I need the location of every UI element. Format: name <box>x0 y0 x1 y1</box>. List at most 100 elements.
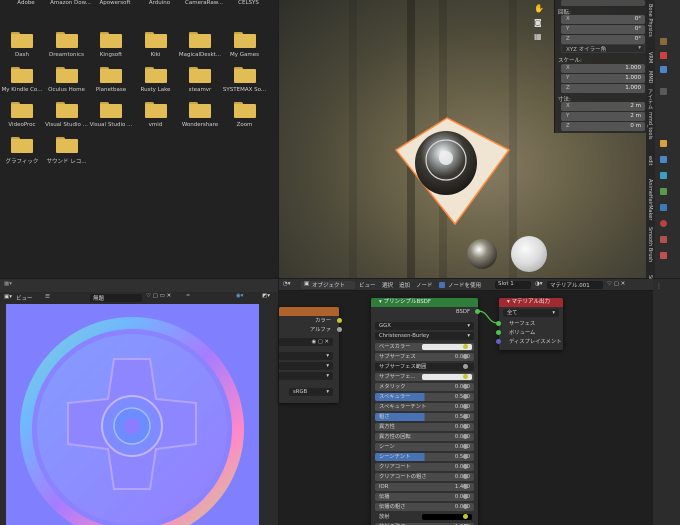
tool-icon[interactable] <box>660 88 667 95</box>
bsdf-input-socket[interactable] <box>463 424 468 429</box>
folder-item[interactable]: グラフィック <box>0 133 44 169</box>
grip-icon[interactable]: ⋮ <box>656 283 662 290</box>
folder-item[interactable]: MagicalDeskt... <box>178 28 222 64</box>
bsdf-input-socket[interactable] <box>463 444 468 449</box>
camera-icon[interactable]: ◙ <box>534 18 544 28</box>
folder-item[interactable]: Visual Studio ... <box>45 98 89 134</box>
bsdf-input-row[interactable]: サブサーフェ... <box>375 373 474 381</box>
folder-item[interactable]: Dreamtonics <box>45 28 89 64</box>
scale-field[interactable]: Z 1.000 <box>561 84 645 93</box>
rotation-field[interactable]: Z 0° <box>561 35 645 44</box>
rotation-field[interactable]: Y 0° <box>561 25 645 34</box>
bsdf-input-row[interactable]: サブサーフェス0.000 <box>375 353 474 361</box>
bsdf-input-socket[interactable] <box>463 384 468 389</box>
sidebar-tab[interactable]: MMD <box>647 71 653 83</box>
dimensions-field[interactable]: Z0 m <box>561 122 645 131</box>
view-menu-label[interactable]: ビュー <box>16 294 33 302</box>
folder-item[interactable]: VideoProc <box>0 98 44 134</box>
bsdf-input-row[interactable]: ベースカラー <box>375 343 474 351</box>
principled-bsdf-node[interactable]: ▾ プリンシプルBSDF BSDF GGX ▾ Christensen-Burle… <box>371 298 480 525</box>
shader-node-editor[interactable]: ◔▾ ▣ オブジェクト ビュー 選択 追加 ノード ノードを使用 Slot 1 … <box>279 279 653 525</box>
folder-item[interactable]: Zoom <box>223 98 267 134</box>
folder-item[interactable]: Rusty Lake <box>134 63 178 99</box>
bsdf-input-socket[interactable] <box>463 464 468 469</box>
folder-item[interactable]: vmid <box>134 98 178 134</box>
volume-input-socket[interactable] <box>496 330 501 335</box>
folder-item[interactable]: Wondershare <box>178 98 222 134</box>
data-icon[interactable] <box>660 204 667 211</box>
bsdf-input-socket[interactable] <box>463 344 468 349</box>
bsdf-input-socket[interactable] <box>463 474 468 479</box>
bsdf-input-socket[interactable] <box>463 434 468 439</box>
color-output-socket[interactable] <box>337 318 342 323</box>
surface-input-socket[interactable] <box>496 321 501 326</box>
interpolation-select[interactable]: ▾ <box>279 352 333 360</box>
editor-type-icon[interactable]: ▦▾ <box>4 281 12 287</box>
pin-icon[interactable]: ✒ <box>186 293 191 299</box>
scale-field[interactable]: Y 1.000 <box>561 74 645 83</box>
bsdf-input-socket[interactable] <box>463 454 468 459</box>
material-browse-icons[interactable]: ♡ ▢ ✕ <box>607 281 625 287</box>
material-icon[interactable] <box>660 220 667 227</box>
overlay-icon[interactable]: ◉▾ <box>236 293 244 299</box>
view-menu[interactable]: ▣▾ <box>4 294 12 300</box>
physics-icon[interactable] <box>660 172 667 179</box>
material-ball-icon[interactable]: ◑▾ <box>535 281 543 287</box>
tool-icon[interactable] <box>660 38 667 45</box>
rotation-mode-select[interactable]: XYZ オイラー角 ▾ <box>561 44 645 53</box>
particles-icon[interactable] <box>660 156 667 163</box>
bsdf-input-socket[interactable] <box>463 374 468 379</box>
menu-add[interactable]: 追加 <box>399 281 410 289</box>
bsdf-input-socket[interactable] <box>463 514 468 519</box>
sidebar-tab[interactable]: VRM <box>647 52 653 63</box>
folder-item[interactable]: Kiki <box>134 28 178 64</box>
scale-field[interactable]: X 1.000 <box>561 64 645 73</box>
bsdf-input-row[interactable]: スペキュラーチント0.000 <box>375 403 474 411</box>
menu-node[interactable]: ノード <box>416 281 433 289</box>
dimensions-field[interactable]: X2 m <box>561 102 645 111</box>
use-nodes-checkbox[interactable] <box>439 282 445 288</box>
tool-icon[interactable] <box>660 52 667 59</box>
folder-item[interactable]: Kingsoft <box>89 28 133 64</box>
image-browse-icons[interactable]: ♡ ▢ ▭ ✕ <box>146 293 171 299</box>
bsdf-input-socket[interactable] <box>463 484 468 489</box>
bsdf-input-row[interactable]: IOR1.450 <box>375 483 474 491</box>
normal-map-canvas[interactable] <box>6 304 259 525</box>
display-channels-icon[interactable]: ◩▾ <box>262 293 270 299</box>
bsdf-input-row[interactable]: 粗さ0.500 <box>375 413 474 421</box>
bsdf-input-socket[interactable] <box>463 494 468 499</box>
material-output-node[interactable]: ▾ マテリアル出力 全て ▾ サーフェス ボリューム ディスプレイスメント <box>496 298 563 350</box>
sidebar-tab[interactable]: edit <box>647 156 653 166</box>
wrench-icon[interactable] <box>660 140 667 147</box>
image-datablock-field[interactable]: ◉ ▢ ✕ <box>279 338 333 346</box>
folder-item[interactable]: Visual Studio ... <box>89 98 133 134</box>
folder-item[interactable]: Oculus Home <box>45 63 89 99</box>
sidebar-tab[interactable]: Bone Physics <box>647 4 653 37</box>
bsdf-input-socket[interactable] <box>463 364 468 369</box>
bsdf-input-row[interactable]: 伝播0.000 <box>375 493 474 501</box>
folder-item[interactable]: SYSTEMAX So... <box>223 63 267 99</box>
bsdf-input-row[interactable]: クリアコート0.000 <box>375 463 474 471</box>
bsdf-input-row[interactable]: クリアコートの粗さ0.030 <box>375 473 474 481</box>
folder-item[interactable]: My Kindle Co... <box>0 63 44 99</box>
folder-item[interactable]: steamvr <box>178 63 222 99</box>
folder-item[interactable]: Dash <box>0 28 44 64</box>
menu-view[interactable]: ビュー <box>359 281 376 289</box>
bsdf-input-row[interactable]: 異方性の回転0.000 <box>375 433 474 441</box>
bsdf-input-row[interactable]: サブサーフェス範囲 <box>375 363 474 371</box>
editor-type-icon[interactable]: ◔▾ <box>283 281 291 287</box>
folder-item[interactable]: My Games <box>223 28 267 64</box>
bsdf-input-row[interactable]: スペキュラー0.500 <box>375 393 474 401</box>
world-icon[interactable] <box>660 252 667 259</box>
dimensions-field[interactable]: Y2 m <box>561 112 645 121</box>
subsurface-method-select[interactable]: Christensen-Burley ▾ <box>375 332 474 340</box>
color-space-select[interactable]: sRGB ▾ <box>289 388 333 396</box>
texture-icon[interactable] <box>660 236 667 243</box>
bsdf-input-socket[interactable] <box>463 504 468 509</box>
sidebar-tab[interactable]: アイテム <box>647 89 654 109</box>
output-target-select[interactable]: 全て ▾ <box>503 309 559 317</box>
bsdf-input-socket[interactable] <box>463 354 468 359</box>
sidebar-tab[interactable]: mmd_tools <box>647 112 653 140</box>
rotation-field[interactable]: X 0° <box>561 15 645 24</box>
extension-select[interactable]: ▾ <box>279 372 333 380</box>
